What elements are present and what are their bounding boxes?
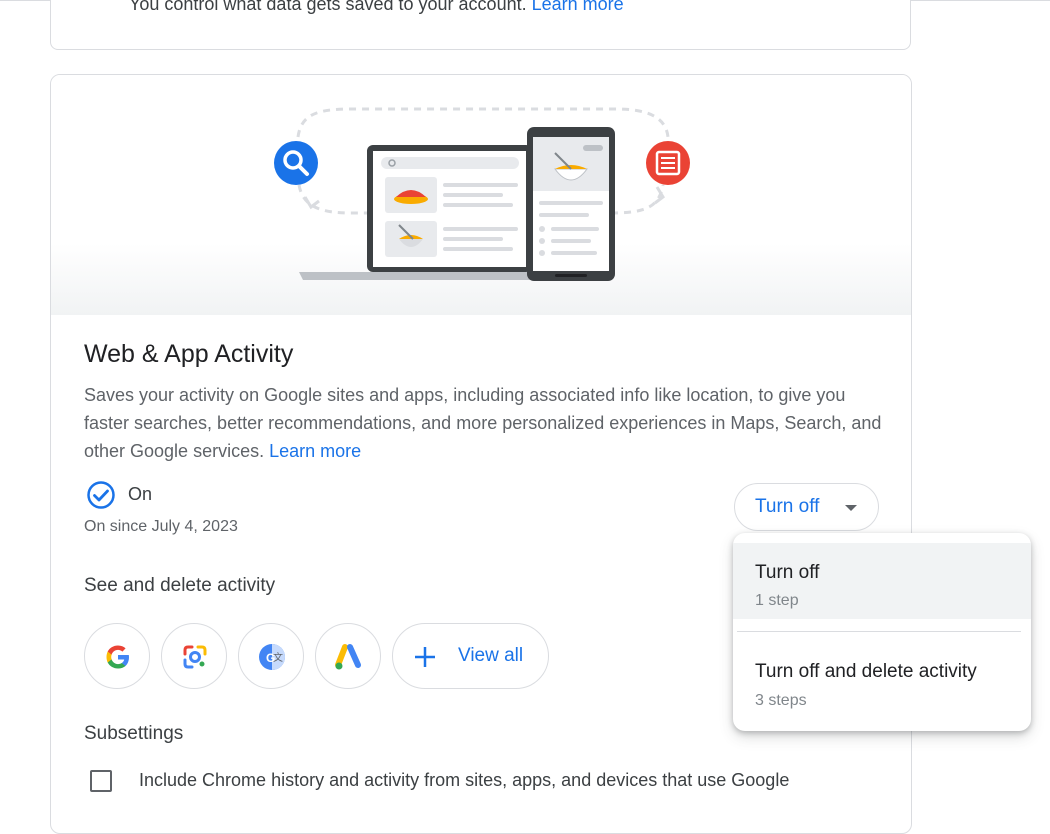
chrome-history-label: Include Chrome history and activity from… bbox=[139, 770, 790, 790]
menu-item-turn-off[interactable]: Turn off 1 step bbox=[733, 543, 1031, 619]
google-search-icon bbox=[106, 645, 129, 669]
data-control-description: You control what data gets saved to your… bbox=[129, 0, 527, 14]
devices-illustration bbox=[274, 107, 690, 281]
menu-item-turn-off-delete[interactable]: Turn off and delete activity 3 steps bbox=[733, 639, 1031, 721]
check-circle-icon bbox=[86, 480, 116, 510]
menu-divider bbox=[737, 631, 1021, 632]
activity-title: Web & App Activity bbox=[84, 340, 294, 368]
phone-illustration bbox=[527, 127, 615, 281]
google-lens-icon bbox=[183, 645, 207, 669]
data-control-card: You control what data gets saved to your… bbox=[50, 0, 911, 50]
svg-text:文: 文 bbox=[273, 651, 283, 664]
activity-description: Saves your activity on Google sites and … bbox=[84, 385, 882, 461]
view-all-label: View all bbox=[458, 645, 524, 666]
turn-off-button-label: Turn off bbox=[755, 496, 820, 517]
menu-item-turn-off-delete-label: Turn off and delete activity bbox=[755, 661, 977, 682]
chrome-history-checkbox[interactable] bbox=[90, 770, 112, 792]
menu-item-turn-off-label: Turn off bbox=[755, 562, 820, 583]
status-label: On bbox=[128, 484, 153, 504]
laptop-illustration bbox=[299, 145, 537, 280]
google-lens-activity-button[interactable] bbox=[161, 623, 227, 689]
google-search-activity-button[interactable] bbox=[84, 623, 150, 689]
search-badge-icon bbox=[274, 141, 318, 185]
activity-description-block: Saves your activity on Google sites and … bbox=[84, 381, 884, 465]
caret-down-icon bbox=[845, 505, 857, 511]
google-ads-icon bbox=[335, 644, 361, 670]
activity-illustration bbox=[51, 75, 911, 315]
view-all-button[interactable]: View all bbox=[392, 623, 549, 689]
document-badge-icon bbox=[646, 141, 690, 185]
google-translate-icon: G 文 bbox=[259, 644, 285, 670]
plus-icon bbox=[415, 647, 435, 667]
data-control-text: You control what data gets saved to your… bbox=[129, 0, 624, 15]
google-ads-activity-button[interactable] bbox=[315, 623, 381, 689]
learn-more-link[interactable]: Learn more bbox=[532, 0, 624, 14]
menu-item-turn-off-delete-sub: 3 steps bbox=[755, 692, 807, 709]
turn-off-dropdown-button[interactable]: Turn off bbox=[734, 483, 879, 531]
activity-learn-more-link[interactable]: Learn more bbox=[269, 441, 361, 461]
google-translate-activity-button[interactable]: G 文 bbox=[238, 623, 304, 689]
turn-off-menu: Turn off 1 step Turn off and delete acti… bbox=[733, 533, 1031, 731]
status-since: On since July 4, 2023 bbox=[84, 518, 238, 535]
see-delete-heading: See and delete activity bbox=[84, 575, 276, 596]
subsettings-heading: Subsettings bbox=[84, 723, 184, 744]
menu-item-turn-off-sub: 1 step bbox=[755, 592, 799, 609]
